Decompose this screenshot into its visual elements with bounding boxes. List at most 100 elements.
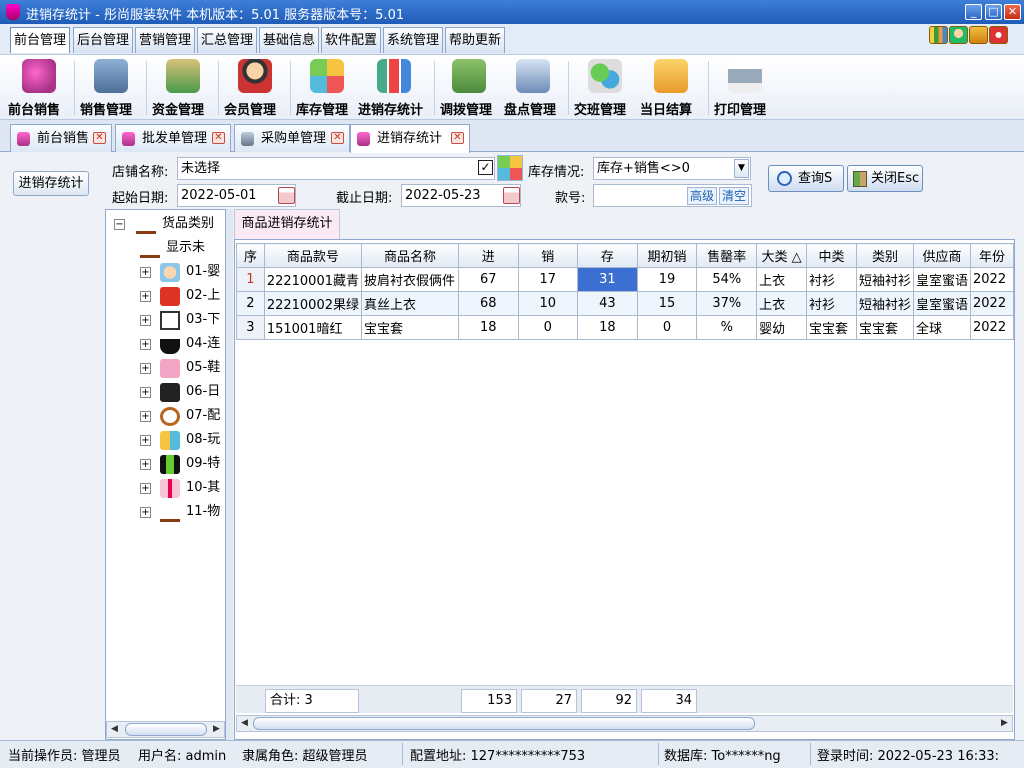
ribbon-sales-management[interactable]: 销售管理 bbox=[80, 57, 142, 119]
lock-icon[interactable] bbox=[969, 26, 988, 44]
major-category-cell[interactable]: 上衣 bbox=[756, 291, 808, 316]
checkbox-icon[interactable]: ✓ bbox=[478, 160, 493, 175]
expand-icon[interactable]: + bbox=[140, 267, 151, 278]
column-header[interactable]: 销 bbox=[517, 243, 579, 268]
stock-statistics-side-button[interactable]: 进销存统计 bbox=[13, 171, 89, 196]
ribbon-print-management[interactable]: 打印管理 bbox=[714, 57, 776, 119]
supplier-cell[interactable]: 全球 bbox=[912, 315, 972, 340]
store-picker-icon[interactable] bbox=[497, 155, 523, 181]
year-cell[interactable]: 2022 bbox=[970, 291, 1014, 316]
tree-item[interactable]: + 03-下 bbox=[140, 309, 225, 331]
opening-cell[interactable]: 15 bbox=[636, 291, 698, 316]
expand-icon[interactable]: + bbox=[140, 507, 151, 518]
mid-category-cell[interactable]: 衬衫 bbox=[806, 267, 857, 292]
doc-tab-wholesale[interactable]: 批发单管理 ✕ bbox=[115, 124, 231, 152]
category-cell[interactable]: 宝宝套 bbox=[855, 315, 914, 340]
expand-icon[interactable]: + bbox=[140, 411, 151, 422]
user-icon[interactable] bbox=[949, 26, 968, 44]
column-header[interactable]: 期初销 bbox=[636, 243, 698, 268]
tree-horizontal-scrollbar[interactable]: ◀ ▶ bbox=[106, 721, 225, 738]
chevron-down-icon[interactable]: ▼ bbox=[734, 159, 749, 178]
stock-cell[interactable]: 43 bbox=[577, 291, 638, 316]
menu-tab-config[interactable]: 软件配置 bbox=[321, 27, 382, 53]
tree-item[interactable]: + 06-日 bbox=[140, 381, 225, 403]
expand-icon[interactable]: + bbox=[140, 435, 151, 446]
tab-close-icon[interactable]: ✕ bbox=[451, 132, 464, 144]
table-row[interactable]: 3 151001暗红 宝宝套 18 0 18 0 % 婴幼 宝宝套 宝宝套 全球… bbox=[236, 315, 1014, 340]
in-cell[interactable]: 67 bbox=[457, 267, 519, 292]
product-name-cell[interactable]: 披肩衬衣假俩件 bbox=[361, 267, 459, 292]
year-cell[interactable]: 2022 bbox=[970, 267, 1014, 292]
mid-category-cell[interactable]: 衬衫 bbox=[806, 291, 857, 316]
collapse-icon[interactable]: − bbox=[114, 219, 125, 230]
opening-cell[interactable]: 19 bbox=[636, 267, 698, 292]
calendar-icon[interactable] bbox=[278, 187, 295, 204]
expand-icon[interactable]: + bbox=[140, 459, 151, 470]
out-cell[interactable]: 0 bbox=[517, 315, 579, 340]
column-header[interactable]: 年份 bbox=[970, 243, 1014, 268]
column-header[interactable]: 进 bbox=[457, 243, 519, 268]
tab-close-icon[interactable]: ✕ bbox=[212, 132, 225, 144]
out-cell[interactable]: 17 bbox=[517, 267, 579, 292]
minimize-button[interactable]: _ bbox=[965, 4, 982, 20]
maximize-button[interactable]: □ bbox=[985, 4, 1002, 20]
category-cell[interactable]: 短袖衬衫 bbox=[855, 267, 914, 292]
sku-cell[interactable]: 22210001藏青 bbox=[263, 267, 363, 292]
column-header[interactable]: 商品名称 bbox=[361, 243, 459, 268]
tree-item[interactable]: 显示未 bbox=[140, 237, 225, 259]
table-row[interactable]: 2 22210002果绿 真丝上衣 68 10 43 15 37% 上衣 衬衫 … bbox=[236, 291, 1014, 316]
ribbon-fund-management[interactable]: 资金管理 bbox=[152, 57, 214, 119]
scroll-right-icon[interactable]: ▶ bbox=[209, 722, 224, 737]
ribbon-front-sales[interactable]: 前台销售 bbox=[8, 57, 70, 119]
tree-item[interactable]: + 10-其 bbox=[140, 477, 225, 499]
stock-status-select[interactable]: 库存+销售<>0 ▼ bbox=[593, 157, 751, 180]
tab-close-icon[interactable]: ✕ bbox=[331, 132, 344, 144]
menu-tab-marketing[interactable]: 营销管理 bbox=[135, 27, 196, 53]
scroll-left-icon[interactable]: ◀ bbox=[107, 722, 122, 737]
in-cell[interactable]: 18 bbox=[457, 315, 519, 340]
scroll-thumb[interactable] bbox=[253, 717, 755, 730]
tree-item[interactable]: + 04-连 bbox=[140, 333, 225, 355]
product-name-cell[interactable]: 真丝上衣 bbox=[361, 291, 459, 316]
tree-item[interactable]: + 01-婴 bbox=[140, 261, 225, 283]
sku-cell[interactable]: 151001暗红 bbox=[263, 315, 363, 340]
tree-item[interactable]: + 11-物 bbox=[140, 501, 225, 523]
expand-icon[interactable]: + bbox=[140, 387, 151, 398]
menu-tab-system[interactable]: 系统管理 bbox=[383, 27, 444, 53]
scroll-thumb[interactable] bbox=[125, 723, 207, 736]
grid-horizontal-scrollbar[interactable]: ◀ ▶ bbox=[236, 715, 1013, 732]
ribbon-shift-management[interactable]: 交班管理 bbox=[574, 57, 636, 119]
menu-tab-front[interactable]: 前台管理 bbox=[10, 27, 71, 53]
major-category-cell[interactable]: 上衣 bbox=[756, 267, 808, 292]
stock-cell-selected[interactable]: 31 bbox=[577, 267, 638, 292]
column-header[interactable]: 存 bbox=[577, 243, 638, 268]
ribbon-transfer-management[interactable]: 调拨管理 bbox=[440, 57, 498, 119]
category-cell[interactable]: 短袖衬衫 bbox=[855, 291, 914, 316]
supplier-cell[interactable]: 皇室蜜语 bbox=[912, 291, 972, 316]
doc-tab-stock-statistics[interactable]: 进销存统计 ✕ bbox=[350, 124, 470, 153]
column-header[interactable]: 供应商 bbox=[912, 243, 972, 268]
ribbon-stock-statistics[interactable]: 进销存统计 bbox=[358, 57, 430, 119]
expand-icon[interactable]: + bbox=[140, 363, 151, 374]
mid-category-cell[interactable]: 宝宝套 bbox=[806, 315, 857, 340]
ribbon-stocktake-management[interactable]: 盘点管理 bbox=[504, 57, 562, 119]
column-header[interactable]: 商品款号 bbox=[263, 243, 363, 268]
supplier-cell[interactable]: 皇室蜜语 bbox=[912, 267, 972, 292]
ribbon-inventory-management[interactable]: 库存管理 bbox=[296, 57, 358, 119]
ribbon-daily-settlement[interactable]: 当日结算 bbox=[640, 57, 702, 119]
sellthrough-cell[interactable]: % bbox=[696, 315, 758, 340]
store-field[interactable]: 未选择 bbox=[177, 157, 495, 180]
sku-cell[interactable]: 22210002果绿 bbox=[263, 291, 363, 316]
tree-item[interactable]: + 02-上 bbox=[140, 285, 225, 307]
expand-icon[interactable]: + bbox=[140, 291, 151, 302]
tree-item[interactable]: + 08-玩 bbox=[140, 429, 225, 451]
tree-item[interactable]: + 07-配 bbox=[140, 405, 225, 427]
in-cell[interactable]: 68 bbox=[457, 291, 519, 316]
tab-close-icon[interactable]: ✕ bbox=[93, 132, 106, 144]
power-icon[interactable] bbox=[989, 26, 1008, 44]
opening-cell[interactable]: 0 bbox=[636, 315, 698, 340]
column-header[interactable]: 类别 bbox=[855, 243, 914, 268]
grid-tab[interactable]: 商品进销存统计 bbox=[234, 209, 340, 239]
doc-tab-front-sales[interactable]: 前台销售 ✕ bbox=[10, 124, 112, 152]
out-cell[interactable]: 10 bbox=[517, 291, 579, 316]
